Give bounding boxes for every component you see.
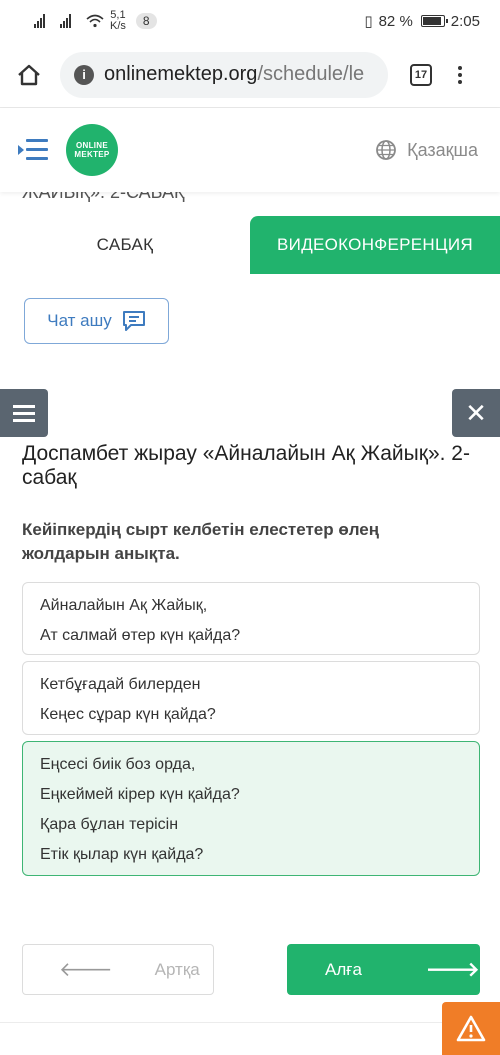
option-line: Кетбұғадай билерден — [40, 676, 201, 693]
option-line: Қара бұлан терісін — [40, 816, 179, 833]
tab-switcher-button[interactable]: 17 — [410, 63, 432, 86]
url-path: /schedule/le — [257, 63, 365, 85]
status-bar: 5,1 K/s 8 ▯ 82 % 2:05 — [0, 0, 500, 42]
signal-icon — [34, 14, 46, 28]
battery-icon — [420, 15, 448, 27]
question-text: Кейіпкердің сырт келбетін елестетер өлең… — [22, 520, 380, 563]
tab-lesson[interactable]: САБАҚ — [0, 216, 250, 274]
url-host: onlinemektep.org — [104, 63, 258, 85]
option-line: Еңкеймей кірер күн қайда? — [40, 786, 240, 803]
warning-icon — [456, 1015, 486, 1042]
address-bar[interactable]: i onlinemektep.org/schedule/le — [60, 51, 388, 98]
network-speed: 5,1 K/s — [110, 9, 126, 32]
open-chat-button[interactable]: Чат ашу — [24, 298, 169, 344]
back-button[interactable]: 🡐 Артқа — [22, 944, 214, 995]
menu-button[interactable] — [0, 389, 48, 437]
divider — [0, 1022, 500, 1023]
wifi-icon — [86, 14, 104, 28]
arrow-right-icon: 🡒 — [425, 959, 480, 981]
site-logo[interactable]: ONLINE MEKTEP — [66, 124, 118, 176]
chat-button-label: Чат ашу — [47, 311, 112, 330]
more-menu-icon[interactable] — [458, 65, 462, 84]
option-line: Еңсесі биік боз орда, — [40, 756, 196, 773]
back-button-label: Артқа — [154, 959, 200, 979]
home-button[interactable] — [14, 60, 44, 90]
option-line: Айналайын Ақ Жайық, — [40, 597, 208, 614]
vibrate-icon: ▯ — [364, 13, 373, 30]
answer-option-3[interactable]: Еңсесі биік боз орда, Еңкеймей кірер күн… — [22, 741, 480, 876]
clock: 2:05 — [450, 12, 480, 30]
answer-option-1[interactable]: Айналайын Ақ Жайық, Ат салмай өтер күн қ… — [22, 582, 480, 655]
info-icon[interactable]: i — [74, 64, 94, 85]
answer-option-2[interactable]: Кетбұғадай билерден Кеңес сұрар күн қайд… — [22, 661, 480, 735]
option-line: Етік қылар күн қайда? — [40, 846, 204, 863]
tab-videoconference[interactable]: ВИДЕОКОНФЕРЕНЦИЯ — [250, 216, 500, 274]
site-header: ONLINE MEKTEP Қазақша — [0, 108, 500, 192]
next-button-label: Алға — [325, 959, 362, 979]
sidebar-toggle-icon[interactable] — [18, 137, 48, 163]
option-line: Ат салмай өтер күн қайда? — [40, 627, 241, 644]
home-icon — [18, 64, 40, 85]
answer-options: Айналайын Ақ Жайық, Ат салмай өтер күн қ… — [22, 582, 480, 882]
language-label: Қазақша — [407, 139, 478, 160]
chat-icon — [122, 311, 145, 331]
globe-icon — [376, 140, 397, 160]
notification-count: 8 — [135, 13, 157, 29]
report-problem-button[interactable] — [442, 1002, 500, 1055]
close-button[interactable]: ✕ — [452, 389, 500, 437]
option-line: Кеңес сұрар күн қайда? — [40, 706, 216, 723]
close-icon: ✕ — [465, 397, 487, 428]
signal-icon-2 — [60, 14, 72, 28]
arrow-left-icon: 🡐 — [59, 959, 113, 981]
lesson-title: Доспамбет жырау «Айналайын Ақ Жайық». 2-… — [22, 442, 470, 489]
battery-percent: 82 % — [378, 12, 413, 30]
next-button[interactable]: Алға 🡒 — [287, 944, 480, 995]
language-selector[interactable]: Қазақша — [375, 139, 478, 161]
browser-toolbar: i onlinemektep.org/schedule/le 17 — [0, 42, 500, 108]
lesson-tabs: САБАҚ ВИДЕОКОНФЕРЕНЦИЯ — [0, 216, 500, 274]
